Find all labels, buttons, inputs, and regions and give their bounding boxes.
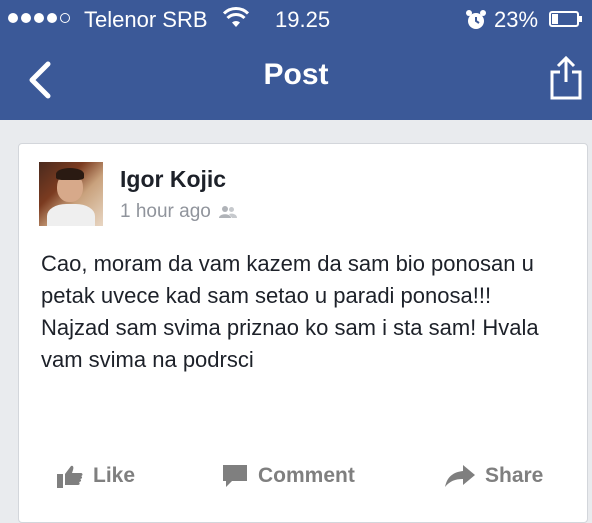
wifi-icon: [223, 7, 249, 27]
navigation-bar: Post: [0, 40, 592, 120]
share-button[interactable]: Share: [445, 464, 543, 488]
like-button[interactable]: Like: [57, 464, 135, 488]
share-arrow-icon: [445, 465, 475, 487]
post-actions: Like Comment Share: [19, 452, 589, 504]
clock-time: 19.25: [275, 7, 331, 32]
battery-icon: [549, 11, 582, 27]
page-title: Post: [263, 58, 329, 91]
post-text: Cao, moram da vam kazem da sam bio ponos…: [41, 251, 539, 372]
like-label: Like: [93, 464, 136, 487]
carrier-name: Telenor SRB: [84, 7, 208, 32]
status-bar: Telenor SRB 19.25 23%: [0, 0, 592, 40]
comment-icon: [223, 465, 247, 487]
comment-button[interactable]: Comment: [222, 464, 355, 488]
signal-strength-icon: [8, 13, 70, 23]
battery-percentage: 23%: [494, 7, 539, 32]
author-avatar[interactable]: [39, 162, 103, 226]
friends-icon: [218, 206, 237, 218]
share-label: Share: [485, 464, 544, 487]
comment-label: Comment: [258, 464, 355, 487]
post-timestamp[interactable]: 1 hour ago: [120, 201, 211, 223]
post-card: Igor Kojic 1 hour ago Cao, moram da vam …: [18, 143, 588, 523]
post-meta: 1 hour ago: [120, 201, 237, 223]
thumbs-up-icon: [57, 465, 83, 488]
author-name[interactable]: Igor Kojic: [120, 166, 226, 193]
alarm-icon: [466, 10, 486, 29]
share-upload-icon[interactable]: [549, 54, 583, 100]
